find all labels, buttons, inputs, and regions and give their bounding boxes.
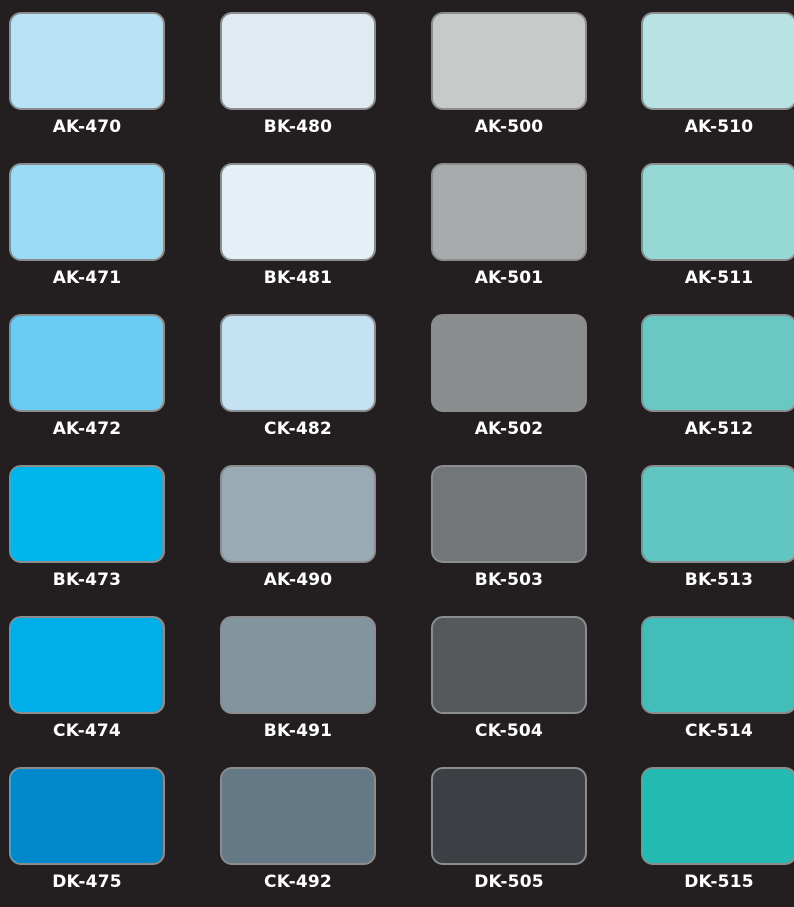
swatch-code: BK-481 [263, 268, 333, 288]
color-swatch[interactable] [220, 163, 376, 261]
swatch-item[interactable]: CK-514 [641, 616, 794, 756]
swatch-code: CK-504 [475, 721, 543, 741]
color-swatch[interactable] [431, 163, 587, 261]
swatch-item[interactable]: AK-510 [641, 12, 794, 152]
color-swatch[interactable] [220, 767, 376, 865]
color-swatch[interactable] [220, 465, 376, 563]
swatch-item[interactable]: BK-513 [641, 465, 794, 605]
swatch-code: AK-471 [52, 268, 122, 288]
swatch-code: AK-501 [474, 268, 544, 288]
swatch-code: DK-505 [474, 872, 544, 892]
swatch-item[interactable]: DK-475 [9, 767, 165, 907]
swatch-code: DK-475 [52, 872, 122, 892]
color-swatch[interactable] [9, 616, 165, 714]
swatch-item[interactable]: AK-472 [9, 314, 165, 454]
color-swatch[interactable] [431, 767, 587, 865]
color-swatch[interactable] [431, 314, 587, 412]
color-swatch[interactable] [641, 616, 794, 714]
swatch-item[interactable]: BK-480 [220, 12, 376, 152]
swatch-item[interactable]: AK-470 [9, 12, 165, 152]
swatch-item[interactable]: AK-512 [641, 314, 794, 454]
swatch-item[interactable]: BK-503 [431, 465, 587, 605]
swatch-item[interactable]: DK-505 [431, 767, 587, 907]
swatch-code: AK-490 [263, 570, 333, 590]
swatch-item[interactable]: BK-491 [220, 616, 376, 756]
swatch-code: AK-472 [52, 419, 122, 439]
swatch-item[interactable]: DK-515 [641, 767, 794, 907]
swatch-code: BK-473 [52, 570, 122, 590]
color-swatch[interactable] [9, 163, 165, 261]
swatch-code: CK-474 [53, 721, 121, 741]
color-swatch[interactable] [431, 616, 587, 714]
swatch-code: BK-513 [684, 570, 754, 590]
swatch-code: DK-515 [684, 872, 754, 892]
swatch-code: CK-492 [264, 872, 332, 892]
swatch-code: BK-480 [263, 117, 333, 137]
color-swatch[interactable] [641, 163, 794, 261]
color-swatch[interactable] [431, 12, 587, 110]
swatch-item[interactable]: AK-501 [431, 163, 587, 303]
swatch-item[interactable]: BK-481 [220, 163, 376, 303]
swatch-code: BK-491 [263, 721, 333, 741]
swatch-code: AK-510 [684, 117, 754, 137]
swatch-item[interactable]: AK-471 [9, 163, 165, 303]
color-swatch[interactable] [641, 465, 794, 563]
swatch-code: CK-482 [264, 419, 332, 439]
color-swatch[interactable] [220, 616, 376, 714]
color-swatch[interactable] [9, 465, 165, 563]
swatch-item[interactable]: AK-511 [641, 163, 794, 303]
swatch-code: CK-514 [685, 721, 753, 741]
swatch-item[interactable]: BK-473 [9, 465, 165, 605]
swatch-item[interactable]: AK-502 [431, 314, 587, 454]
color-swatch[interactable] [641, 12, 794, 110]
color-swatch[interactable] [431, 465, 587, 563]
color-swatch[interactable] [641, 767, 794, 865]
color-swatch[interactable] [220, 12, 376, 110]
color-swatch[interactable] [9, 314, 165, 412]
swatch-item[interactable]: CK-492 [220, 767, 376, 907]
swatch-code: AK-502 [474, 419, 544, 439]
swatch-code: AK-500 [474, 117, 544, 137]
swatch-item[interactable]: CK-504 [431, 616, 587, 756]
swatch-code: AK-512 [684, 419, 754, 439]
swatch-code: AK-511 [684, 268, 754, 288]
swatch-item[interactable]: AK-500 [431, 12, 587, 152]
swatch-code: AK-470 [52, 117, 122, 137]
swatch-item[interactable]: CK-474 [9, 616, 165, 756]
color-swatch-grid: AK-470 BK-480 AK-500 AK-510 AK-471 BK-48… [0, 0, 794, 892]
swatch-item[interactable]: AK-490 [220, 465, 376, 605]
swatch-code: BK-503 [474, 570, 544, 590]
swatch-item[interactable]: CK-482 [220, 314, 376, 454]
color-swatch[interactable] [9, 767, 165, 865]
color-swatch[interactable] [9, 12, 165, 110]
color-swatch[interactable] [641, 314, 794, 412]
color-swatch[interactable] [220, 314, 376, 412]
